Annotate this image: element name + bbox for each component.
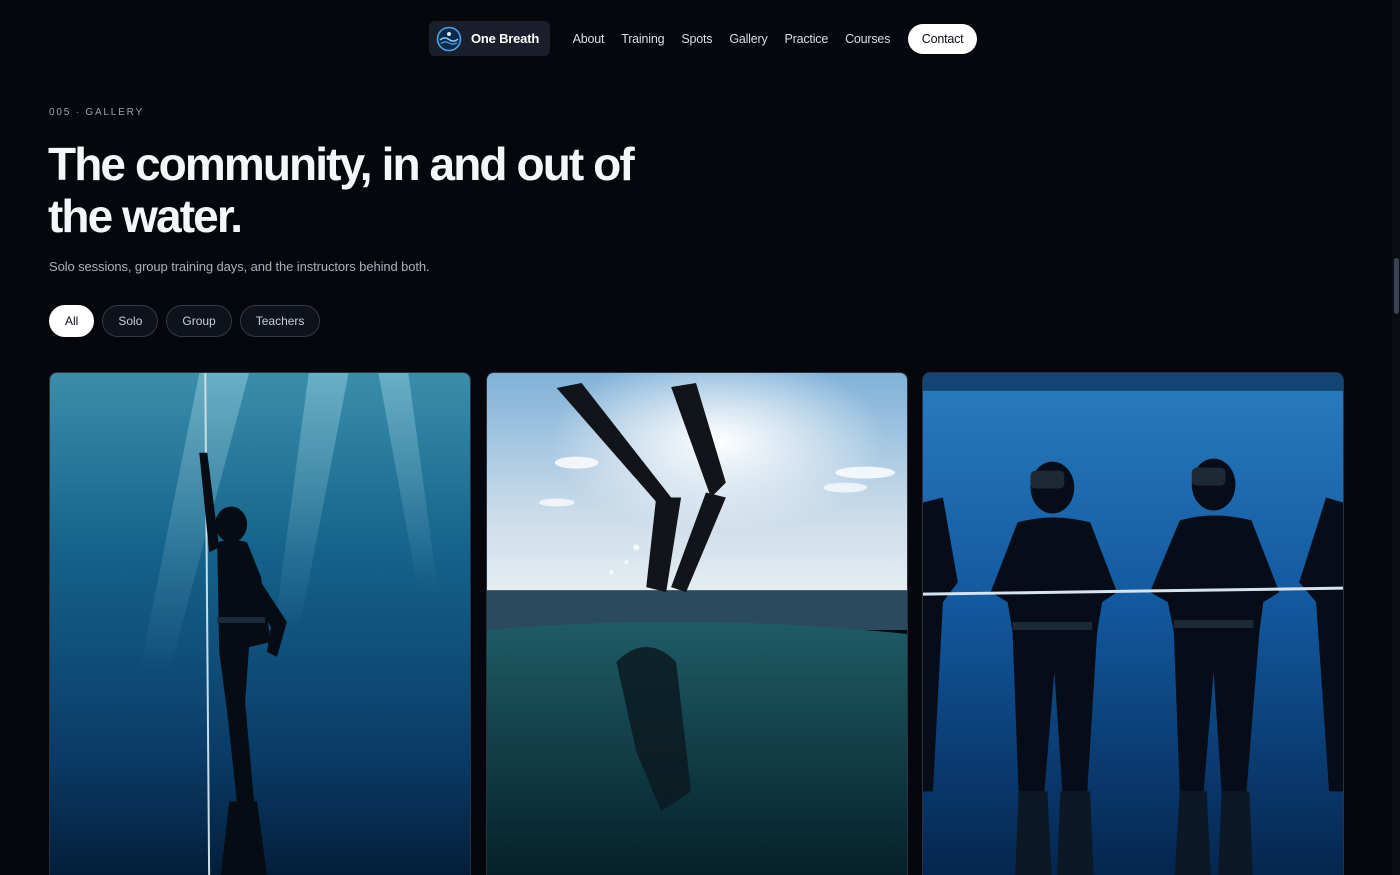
fins-above-water-photo [487,373,907,875]
page-subtitle: Solo sessions, group training days, and … [49,259,430,274]
group-divers-bar-photo [923,373,1343,875]
filter-solo[interactable]: Solo [102,305,159,337]
gallery-card[interactable] [922,372,1344,875]
contact-button[interactable]: Contact [907,23,978,54]
scrollbar-thumb[interactable] [1394,258,1399,314]
gallery-filters: All Solo Group Teachers [49,305,321,337]
section-eyebrow: 005 · GALLERY [49,107,144,118]
nav-link-training[interactable]: Training [621,32,664,46]
nav-link-courses[interactable]: Courses [845,32,890,46]
brand-home-link[interactable]: One Breath [429,21,551,56]
brand-name: One Breath [471,31,540,46]
filter-all[interactable]: All [49,305,95,337]
page-title: The community, in and out of the water. [48,138,635,242]
top-nav: One Breath About Training Spots Gallery … [429,21,978,56]
gallery-page: One Breath About Training Spots Gallery … [0,0,1400,875]
gallery-card[interactable] [486,372,908,875]
wave-logo-icon [436,26,462,51]
nav-link-about[interactable]: About [573,32,605,46]
nav-link-spots[interactable]: Spots [681,32,712,46]
nav-link-practice[interactable]: Practice [785,32,829,46]
nav-link-gallery[interactable]: Gallery [729,32,767,46]
filter-group[interactable]: Group [166,305,232,337]
freediver-on-line-photo [50,373,470,875]
scrollbar-track[interactable] [1392,0,1400,875]
gallery-card[interactable] [49,372,471,875]
filter-teachers[interactable]: Teachers [239,305,321,337]
